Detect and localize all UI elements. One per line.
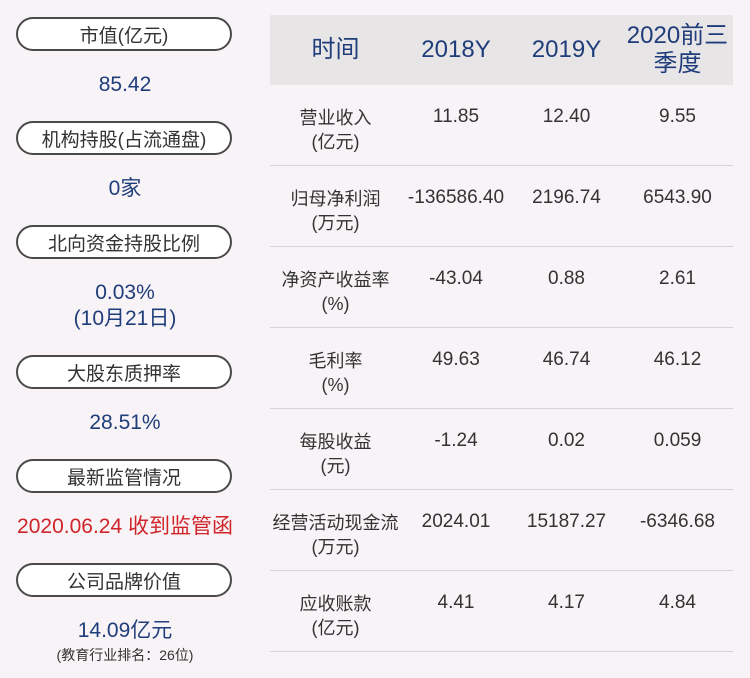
northbound-ratio-label: 北向资金持股比例 — [16, 225, 232, 259]
cell-2020q3: 4.84 — [659, 592, 696, 613]
brand-value-rank-note: (教育行业排名：26位) — [56, 647, 194, 663]
cell-2018: 4.41 — [437, 592, 475, 613]
cell-2018: 49.63 — [432, 349, 480, 370]
financial-table: 时间 2018Y 2019Y 2020前三季度 营业收入 (亿元) 11.85 … — [270, 15, 733, 652]
cell-2018: -1.24 — [434, 430, 478, 451]
northbound-ratio-date: (10月21日) — [73, 307, 177, 330]
header-2018: 2018Y — [421, 36, 491, 63]
table-row: 应收账款 (亿元) 4.41 4.17 4.84 — [270, 571, 733, 652]
institution-holding-label: 机构持股(占流通盘) — [16, 121, 232, 155]
row-label: 归母净利润 (万元) — [290, 189, 381, 233]
row-label: 净资产收益率 (%) — [281, 270, 390, 314]
pledge-ratio-label: 大股东质押率 — [16, 355, 232, 389]
cell-2020q3: 0.059 — [653, 430, 702, 451]
row-label: 每股收益 (元) — [299, 432, 372, 476]
cell-2018: -43.04 — [429, 268, 483, 289]
cell-2020q3: 2.61 — [659, 268, 696, 289]
cell-2019: 15187.27 — [526, 511, 607, 532]
cell-2018: 11.85 — [432, 106, 480, 127]
header-2020q3: 2020前三季度 — [626, 22, 729, 77]
regulation-label: 最新监管情况 — [16, 459, 232, 493]
cell-2019: 46.74 — [542, 349, 591, 370]
cell-2019: 12.40 — [542, 106, 591, 127]
market-cap-value: 85.42 — [98, 73, 152, 96]
cell-2020q3: -6346.68 — [639, 511, 715, 532]
table-row: 每股收益 (元) -1.24 0.02 0.059 — [270, 409, 733, 490]
cell-2020q3: 9.55 — [659, 106, 696, 127]
cell-2020q3: 46.12 — [653, 349, 702, 370]
pledge-ratio-value: 28.51% — [89, 411, 161, 434]
northbound-ratio-value: 0.03% — [95, 281, 155, 304]
table-header: 时间 2018Y 2019Y 2020前三季度 — [270, 15, 733, 85]
table-row: 归母净利润 (万元) -136586.40 2196.74 6543.90 — [270, 166, 733, 247]
cell-2019: 0.88 — [548, 268, 585, 289]
cell-2019: 4.17 — [548, 592, 585, 613]
cell-2019: 2196.74 — [532, 187, 601, 208]
header-period: 时间 — [311, 36, 360, 63]
row-label: 营业收入 (亿元) — [299, 108, 372, 152]
brand-value-value: 14.09亿元 — [77, 619, 173, 642]
cell-2018: 2024.01 — [421, 511, 491, 532]
regulation-value: 2020.06.24 收到监管函 — [17, 515, 233, 538]
row-label: 毛利率 (%) — [308, 351, 363, 395]
table-row: 毛利率 (%) 49.63 46.74 46.12 — [270, 328, 733, 409]
row-label: 应收账款 (亿元) — [299, 594, 372, 638]
market-cap-label: 市值(亿元) — [16, 17, 232, 51]
cell-2020q3: 6543.90 — [643, 187, 712, 208]
table-row: 营业收入 (亿元) 11.85 12.40 9.55 — [270, 85, 733, 166]
table-row: 净资产收益率 (%) -43.04 0.88 2.61 — [270, 247, 733, 328]
brand-value-label: 公司品牌价值 — [16, 563, 232, 597]
table-row: 经营活动现金流 (万元) 2024.01 15187.27 -6346.68 — [270, 490, 733, 571]
institution-holding-value: 0家 — [108, 177, 142, 200]
cell-2018: -136586.40 — [407, 187, 505, 208]
summary-panel: 市值(亿元) 85.42 机构持股(占流通盘) 0家 北向资金持股比例 0.03… — [0, 0, 250, 678]
row-label: 经营活动现金流 (万元) — [272, 513, 399, 557]
cell-2019: 0.02 — [548, 430, 585, 451]
header-2019: 2019Y — [531, 36, 602, 63]
